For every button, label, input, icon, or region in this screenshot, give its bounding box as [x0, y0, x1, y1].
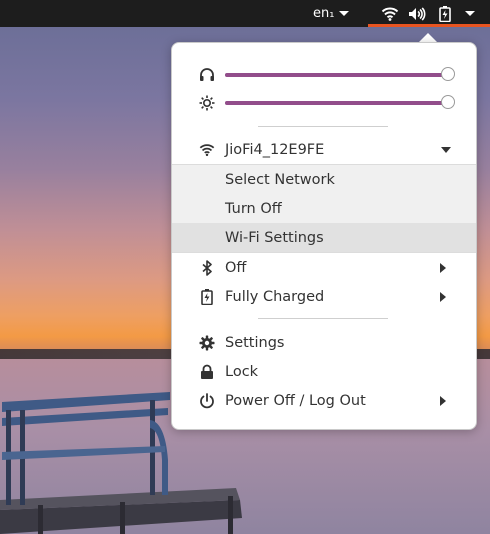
- volume-slider-fill: [225, 73, 449, 77]
- power-off-label: Power Off / Log Out: [225, 392, 366, 409]
- active-indicator: [368, 24, 490, 27]
- system-menu: JioFi4_12E9FE Select Network Turn Off Wi…: [171, 42, 477, 430]
- wifi-settings-item[interactable]: Wi-Fi Settings: [172, 223, 476, 252]
- chevron-right-icon: [440, 395, 446, 406]
- lock-icon: [197, 362, 217, 382]
- wifi-network-row[interactable]: JioFi4_12E9FE: [172, 135, 476, 164]
- select-network-label: Select Network: [225, 171, 335, 188]
- top-bar: en₁: [0, 0, 490, 27]
- turn-off-label: Turn Off: [225, 200, 282, 217]
- brightness-icon: [197, 93, 217, 113]
- lock-label: Lock: [225, 363, 259, 380]
- volume-slider[interactable]: [225, 67, 455, 81]
- brightness-slider-fill: [225, 101, 449, 105]
- language-dropdown-icon: [339, 11, 350, 16]
- chevron-down-icon: [441, 146, 451, 153]
- turn-off-item[interactable]: Turn Off: [172, 194, 476, 223]
- gear-icon: [197, 333, 217, 353]
- bluetooth-row[interactable]: Off: [172, 253, 476, 282]
- battery-label: Fully Charged: [225, 288, 325, 305]
- power-icon: [197, 391, 217, 411]
- lock-item[interactable]: Lock: [172, 357, 476, 386]
- brightness-slider[interactable]: [225, 95, 455, 109]
- chevron-down-icon: [465, 11, 475, 16]
- select-network-item[interactable]: Select Network: [172, 165, 476, 194]
- headphones-icon: [197, 65, 217, 85]
- wifi-icon: [197, 140, 217, 160]
- power-off-item[interactable]: Power Off / Log Out: [172, 386, 476, 415]
- volume-row: [172, 60, 476, 89]
- wifi-settings-label: Wi-Fi Settings: [225, 229, 324, 246]
- volume-slider-handle[interactable]: [441, 67, 455, 81]
- system-menu-button[interactable]: [460, 0, 475, 27]
- separator: [258, 318, 388, 319]
- volume-icon[interactable]: [408, 0, 426, 27]
- language-indicator[interactable]: en₁: [313, 0, 350, 27]
- wifi-icon[interactable]: [381, 0, 399, 27]
- language-label: en₁: [313, 6, 335, 21]
- bluetooth-icon: [197, 258, 217, 278]
- settings-label: Settings: [225, 334, 285, 351]
- battery-icon[interactable]: [439, 0, 451, 27]
- battery-icon: [197, 287, 217, 307]
- separator: [258, 126, 388, 127]
- wifi-network-name: JioFi4_12E9FE: [225, 141, 325, 158]
- chevron-right-icon: [440, 291, 446, 302]
- battery-row[interactable]: Fully Charged: [172, 282, 476, 311]
- chevron-right-icon: [440, 262, 446, 273]
- bluetooth-label: Off: [225, 259, 247, 276]
- settings-item[interactable]: Settings: [172, 328, 476, 357]
- brightness-slider-handle[interactable]: [441, 95, 455, 109]
- brightness-row: [172, 88, 476, 117]
